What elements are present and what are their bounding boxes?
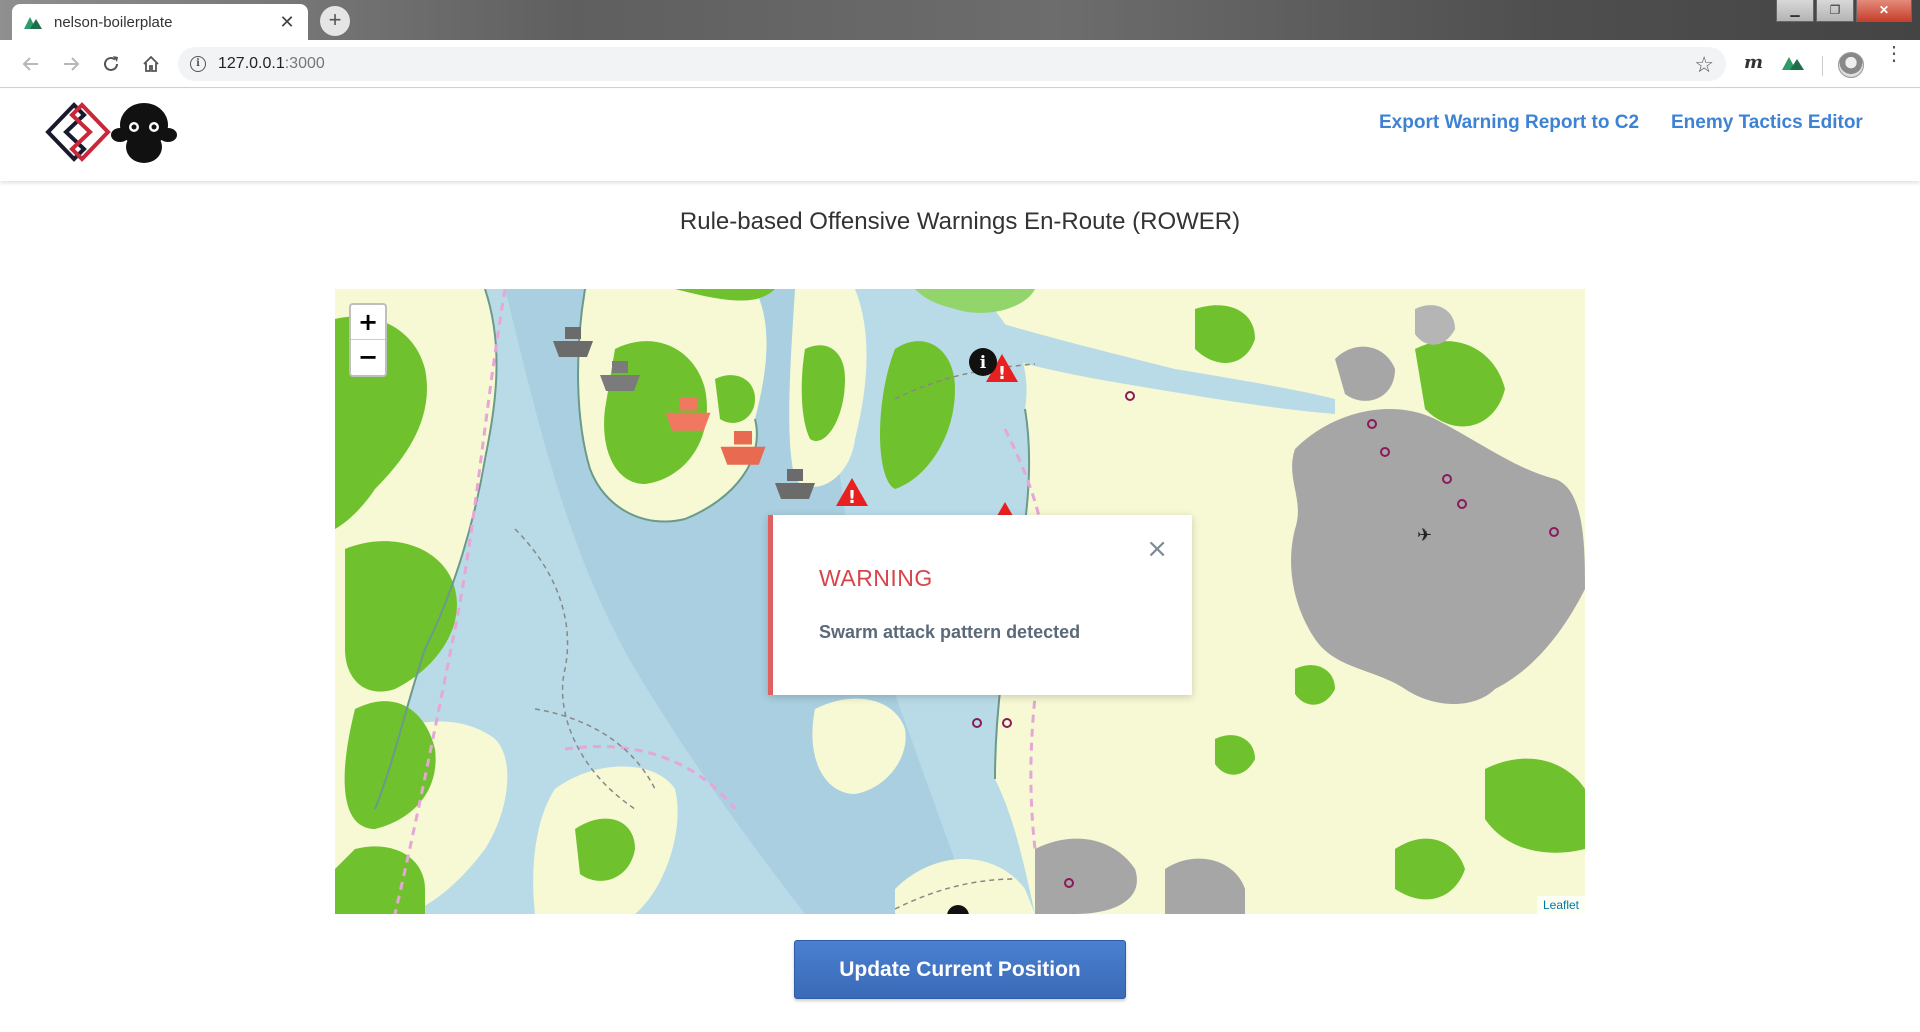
back-arrow-icon	[22, 56, 38, 71]
profile-avatar[interactable]	[1838, 52, 1864, 78]
back-button[interactable]	[14, 47, 48, 81]
address-bar[interactable]: i 127.0.0.1:3000 ☆	[178, 47, 1726, 81]
browser-tabstrip: nelson-boilerplate ✕ + ▁ ❐ ✕	[0, 0, 1920, 40]
warning-message: Swarm attack pattern detected	[819, 622, 1081, 642]
svg-text:i: i	[980, 353, 987, 373]
ship-marker-hostile[interactable]	[665, 397, 711, 433]
url-port: :3000	[284, 55, 325, 72]
toolbar-separator	[1822, 56, 1823, 76]
info-marker-icon[interactable]: i	[968, 347, 998, 377]
ship-marker[interactable]	[600, 361, 640, 393]
warning-marker-icon[interactable]: !	[835, 477, 869, 507]
page-title: Rule-based Offensive Warnings En-Route (…	[679, 208, 1241, 235]
zoom-control: + −	[349, 303, 387, 377]
app-navbar: Export Warning Report to C2 Enemy Tactic…	[0, 89, 1920, 181]
tab-close-icon[interactable]: ✕	[278, 12, 296, 33]
maximize-button[interactable]: ❐	[1816, 0, 1854, 22]
browser-toolbar: i 127.0.0.1:3000 ☆	[0, 40, 1920, 88]
close-window-button[interactable]: ✕	[1856, 0, 1912, 22]
forward-arrow-icon	[64, 56, 80, 71]
home-button[interactable]	[134, 47, 168, 81]
site-info-icon[interactable]: i	[190, 56, 206, 72]
app-logo-mark[interactable]	[44, 99, 112, 165]
close-icon[interactable]: ×	[1146, 536, 1168, 562]
warning-title: WARNING	[819, 565, 933, 591]
nelson-favicon-icon	[24, 17, 42, 29]
m-extension-icon[interactable]: m	[1744, 52, 1763, 73]
warning-popup: × WARNING Swarm attack pattern detected	[768, 515, 1192, 695]
svg-text:✈: ✈	[1417, 525, 1432, 546]
bookmark-star-icon[interactable]: ☆	[1694, 52, 1714, 78]
tab-title: nelson-boilerplate	[54, 13, 173, 31]
window-controls: ▁ ❐ ✕	[1776, 0, 1912, 24]
svg-text:!: !	[848, 487, 856, 507]
export-warning-report-link[interactable]: Export Warning Report to C2	[1379, 112, 1639, 134]
url-host: 127.0.0.1	[218, 55, 285, 72]
enemy-tactics-editor-link[interactable]: Enemy Tactics Editor	[1671, 112, 1863, 134]
svg-text:!: !	[998, 363, 1006, 383]
app-logo-character	[111, 103, 177, 163]
zoom-out-button[interactable]: −	[351, 340, 385, 375]
reload-button[interactable]	[94, 47, 128, 81]
update-current-position-button[interactable]: Update Current Position	[794, 940, 1126, 999]
info-marker-icon[interactable]	[947, 905, 969, 914]
ship-marker-hostile[interactable]	[720, 431, 766, 467]
forward-button[interactable]	[54, 47, 88, 81]
browser-tab[interactable]: nelson-boilerplate ✕	[12, 4, 308, 40]
ship-marker[interactable]	[775, 469, 815, 501]
browser-menu-icon[interactable]: ⋮	[1884, 44, 1904, 64]
minimize-button[interactable]: ▁	[1776, 0, 1814, 22]
nelson-extension-icon[interactable]	[1782, 54, 1804, 70]
reload-icon	[104, 55, 118, 71]
home-icon	[143, 55, 159, 72]
ship-marker[interactable]	[553, 327, 593, 359]
leaflet-attribution[interactable]: Leaflet	[1536, 896, 1585, 914]
zoom-in-button[interactable]: +	[351, 305, 385, 340]
new-tab-button[interactable]: +	[320, 6, 350, 36]
